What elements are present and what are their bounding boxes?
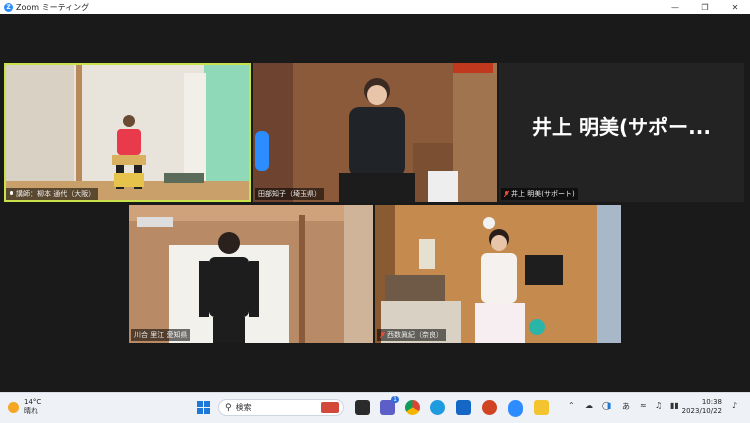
participant-name-label: 田部知子（埼玉県）: [255, 188, 324, 200]
taskbar-clock[interactable]: 10:38 2023/10/22: [682, 398, 722, 416]
minimize-icon[interactable]: —: [660, 0, 690, 14]
mail-icon[interactable]: [456, 400, 471, 415]
volume-icon[interactable]: ♫: [655, 401, 662, 410]
nishimura-video: [375, 205, 621, 343]
powerpoint-icon[interactable]: [482, 400, 497, 415]
clock-date: 2023/10/22: [681, 407, 722, 415]
chrome-icon[interactable]: [405, 400, 420, 415]
video-tile-tanabe[interactable]: 田部知子（埼玉県）: [253, 63, 497, 202]
participant-name: 井上 明美(サポート): [511, 190, 575, 198]
mic-muted-icon: [503, 190, 510, 198]
video-tile-kawai[interactable]: 川合 里江 愛知県: [129, 205, 373, 343]
meeting-stage: 講師：柳本 通代（大阪） 田部知子（埼玉県） 井上 明美(サポー... 井上 明…: [0, 14, 750, 392]
onedrive-icon[interactable]: ☁: [585, 401, 593, 410]
participant-display-name: 井上 明美(サポー...: [532, 115, 711, 139]
weather-widget[interactable]: 14°C 晴れ: [8, 398, 41, 416]
notification-bell-icon[interactable]: ♪: [732, 401, 737, 410]
search-highlight-icon: [321, 402, 339, 413]
participant-name-label: 井上 明美(サポート): [501, 188, 578, 200]
participant-name-label: 西数眞紀（奈良）: [377, 329, 446, 341]
close-icon[interactable]: ✕: [720, 0, 750, 14]
battery-icon[interactable]: ▮▮: [670, 401, 679, 410]
zoom-app-icon: Z: [4, 2, 13, 12]
ime-mode[interactable]: あ: [622, 401, 630, 412]
kawai-video: [129, 205, 373, 343]
participant-name: 西数眞紀（奈良）: [387, 331, 443, 339]
windows-taskbar: 14°C 晴れ ⚲ 検索 1 ⌃ ☁ ◯ ▮ あ ≈ ♫ ▮▮ 10:38 20…: [0, 392, 750, 423]
restore-icon[interactable]: ❐: [690, 0, 720, 14]
file-explorer-icon[interactable]: [534, 400, 549, 415]
taskbar-search[interactable]: ⚲ 検索: [218, 399, 344, 416]
weather-desc: 晴れ: [24, 407, 38, 415]
search-icon: ⚲: [225, 402, 232, 413]
sun-icon: [8, 401, 19, 413]
participant-name-label: 川合 里江 愛知県: [131, 329, 191, 341]
video-tile-inoue[interactable]: 井上 明美(サポー... 井上 明美(サポート): [499, 63, 744, 202]
show-hidden-icons-icon[interactable]: ⌃: [568, 401, 575, 410]
clock-time: 10:38: [701, 398, 722, 406]
tanabe-video: [253, 63, 497, 202]
participant-name-label: 講師：柳本 通代（大阪）: [6, 188, 99, 200]
edge-icon[interactable]: [430, 400, 445, 415]
zoom-taskbar-icon[interactable]: [508, 400, 523, 415]
wifi-icon[interactable]: ≈: [640, 401, 647, 410]
participant-name: 川合 里江 愛知県: [134, 331, 188, 339]
speaker-video: [4, 63, 251, 202]
mic-muted-icon: [379, 331, 386, 339]
video-tile-nishimura[interactable]: 西数眞紀（奈良）: [375, 205, 621, 343]
teams-badge: 1: [391, 396, 399, 403]
speaker-name: 講師：柳本 通代（大阪）: [16, 190, 96, 198]
video-tile-speaker[interactable]: 講師：柳本 通代（大阪）: [4, 63, 251, 202]
task-view-icon[interactable]: [355, 400, 370, 415]
search-placeholder: 検索: [235, 403, 252, 412]
start-icon[interactable]: [196, 400, 211, 415]
weather-temp: 14°C: [24, 398, 42, 406]
title-bar: Z Zoom ミーティング — ❐ ✕: [0, 0, 750, 14]
participant-name: 田部知子（埼玉県）: [258, 190, 321, 198]
mic-on-icon: [9, 191, 14, 197]
window-title: Zoom ミーティング: [16, 2, 90, 12]
microphone-icon[interactable]: ▮: [607, 401, 611, 410]
teams-chat-icon[interactable]: 1: [380, 396, 399, 415]
